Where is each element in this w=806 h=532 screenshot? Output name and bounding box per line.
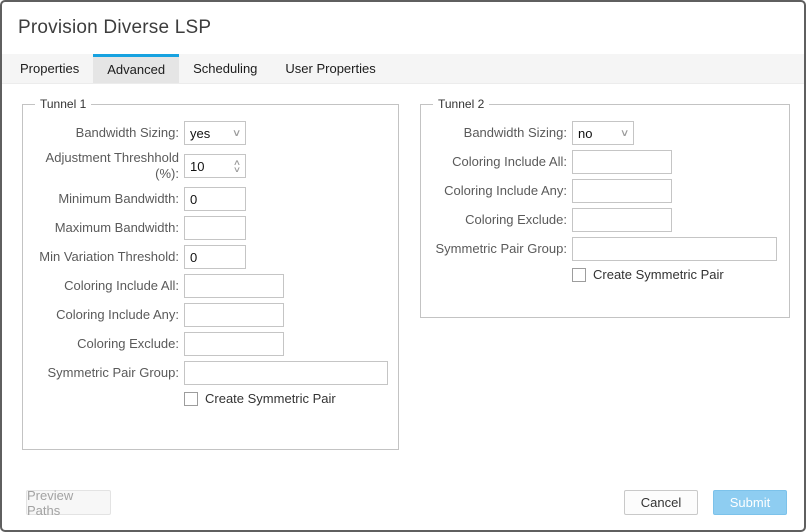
coloring-include-any-input[interactable] bbox=[572, 179, 672, 203]
checkbox-row: Create Symmetric Pair bbox=[429, 267, 781, 282]
coloring-include-any-input[interactable] bbox=[184, 303, 284, 327]
tunnel-1-legend: Tunnel 1 bbox=[35, 97, 91, 111]
adjustment-threshold-spinner[interactable]: 10 ∧ ∨ bbox=[184, 154, 246, 178]
checkbox-row: Create Symmetric Pair bbox=[31, 391, 390, 406]
maximum-bandwidth-label: Maximum Bandwidth: bbox=[31, 220, 179, 236]
field-row: Coloring Include Any: bbox=[31, 303, 390, 327]
provision-diverse-lsp-dialog: Provision Diverse LSP Properties Advance… bbox=[0, 0, 806, 532]
preview-paths-button[interactable]: Preview Paths bbox=[26, 490, 111, 515]
field-row: Bandwidth Sizing: yes ∨ bbox=[31, 121, 390, 145]
chevron-down-icon: ∨ bbox=[620, 128, 630, 139]
tunnel-2-group: Tunnel 2 Bandwidth Sizing: no ∨ Coloring… bbox=[420, 97, 790, 318]
symmetric-pair-group-input[interactable] bbox=[572, 237, 777, 261]
coloring-exclude-input[interactable] bbox=[572, 208, 672, 232]
submit-button[interactable]: Submit bbox=[713, 490, 787, 515]
coloring-include-any-label: Coloring Include Any: bbox=[429, 183, 567, 199]
spinner-value: 10 bbox=[190, 159, 204, 174]
field-row: Adjustment Threshhold (%): 10 ∧ ∨ bbox=[31, 150, 390, 182]
min-variation-threshold-input[interactable] bbox=[184, 245, 246, 269]
bandwidth-sizing-label: Bandwidth Sizing: bbox=[429, 125, 567, 141]
bandwidth-sizing-select[interactable]: yes ∨ bbox=[184, 121, 246, 145]
bandwidth-sizing-label: Bandwidth Sizing: bbox=[31, 125, 179, 141]
cancel-button[interactable]: Cancel bbox=[624, 490, 698, 515]
field-row: Maximum Bandwidth: bbox=[31, 216, 390, 240]
tab-user-properties[interactable]: User Properties bbox=[271, 54, 389, 83]
minimum-bandwidth-label: Minimum Bandwidth: bbox=[31, 191, 179, 207]
field-row: Coloring Exclude: bbox=[31, 332, 390, 356]
tab-properties[interactable]: Properties bbox=[6, 54, 93, 83]
coloring-include-any-label: Coloring Include Any: bbox=[31, 307, 179, 323]
adjustment-threshold-label: Adjustment Threshhold (%): bbox=[31, 150, 179, 182]
chevron-down-icon[interactable]: ∨ bbox=[233, 166, 241, 173]
create-symmetric-pair-checkbox[interactable] bbox=[184, 392, 198, 406]
field-row: Bandwidth Sizing: no ∨ bbox=[429, 121, 781, 145]
page-title: Provision Diverse LSP bbox=[18, 17, 211, 39]
create-symmetric-pair-checkbox[interactable] bbox=[572, 268, 586, 282]
field-row: Symmetric Pair Group: bbox=[429, 237, 781, 261]
min-variation-threshold-label: Min Variation Threshold: bbox=[31, 249, 179, 265]
field-row: Coloring Include All: bbox=[31, 274, 390, 298]
coloring-exclude-input[interactable] bbox=[184, 332, 284, 356]
tab-scheduling[interactable]: Scheduling bbox=[179, 54, 271, 83]
field-row: Minimum Bandwidth: bbox=[31, 187, 390, 211]
coloring-exclude-label: Coloring Exclude: bbox=[429, 212, 567, 228]
field-row: Symmetric Pair Group: bbox=[31, 361, 390, 385]
coloring-include-all-label: Coloring Include All: bbox=[31, 278, 179, 294]
minimum-bandwidth-input[interactable] bbox=[184, 187, 246, 211]
bandwidth-sizing-select[interactable]: no ∨ bbox=[572, 121, 634, 145]
chevron-down-icon: ∨ bbox=[232, 128, 242, 139]
tunnel-2-legend: Tunnel 2 bbox=[433, 97, 489, 111]
coloring-exclude-label: Coloring Exclude: bbox=[31, 336, 179, 352]
symmetric-pair-group-label: Symmetric Pair Group: bbox=[429, 241, 567, 257]
tunnel-1-group: Tunnel 1 Bandwidth Sizing: yes ∨ Adjustm… bbox=[22, 97, 399, 450]
select-value: no bbox=[578, 126, 592, 141]
create-symmetric-pair-label: Create Symmetric Pair bbox=[593, 267, 724, 282]
create-symmetric-pair-label: Create Symmetric Pair bbox=[205, 391, 336, 406]
field-row: Coloring Exclude: bbox=[429, 208, 781, 232]
symmetric-pair-group-label: Symmetric Pair Group: bbox=[31, 365, 179, 381]
coloring-include-all-label: Coloring Include All: bbox=[429, 154, 567, 170]
field-row: Coloring Include Any: bbox=[429, 179, 781, 203]
select-value: yes bbox=[190, 126, 210, 141]
tab-advanced[interactable]: Advanced bbox=[93, 54, 179, 83]
tab-bar: Properties Advanced Scheduling User Prop… bbox=[2, 54, 804, 84]
field-row: Coloring Include All: bbox=[429, 150, 781, 174]
coloring-include-all-input[interactable] bbox=[184, 274, 284, 298]
field-row: Min Variation Threshold: bbox=[31, 245, 390, 269]
coloring-include-all-input[interactable] bbox=[572, 150, 672, 174]
maximum-bandwidth-input[interactable] bbox=[184, 216, 246, 240]
symmetric-pair-group-input[interactable] bbox=[184, 361, 388, 385]
